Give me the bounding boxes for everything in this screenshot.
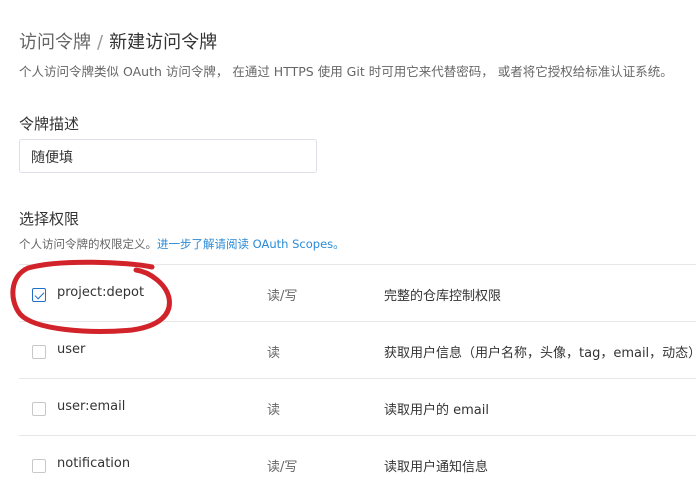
scope-name: user:email [57, 399, 126, 414]
scope-description: 读取用户通知信息 [384, 460, 489, 475]
breadcrumb-parent[interactable]: 访问令牌 [19, 32, 91, 53]
scope-permission: 读/写 [267, 460, 298, 475]
oauth-scopes-link[interactable]: 进一步了解请阅读 OAuth Scopes。 [157, 237, 345, 251]
scope-description: 获取用户信息（用户名称，头像，tag，email，动态） [384, 346, 696, 361]
page-title: 访问令牌 / 新建访问令牌 [19, 28, 217, 54]
scope-name: user [57, 342, 86, 357]
scope-name: project:depot [57, 285, 145, 300]
scope-row-project-depot[interactable]: project:depot 读/写 完整的仓库控制权限 [19, 264, 696, 321]
breadcrumb-current: 新建访问令牌 [109, 32, 218, 53]
token-description-input[interactable]: 随便填 [19, 139, 317, 173]
scopes-hint: 个人访问令牌的权限定义。进一步了解请阅读 OAuth Scopes。 [19, 236, 345, 252]
breadcrumb-separator: / [97, 32, 104, 53]
notification-checkbox[interactable] [32, 459, 46, 473]
scopes-hint-text: 个人访问令牌的权限定义。 [19, 237, 157, 251]
scope-permission: 读 [267, 403, 281, 418]
user-email-checkbox[interactable] [32, 402, 46, 416]
token-description-label: 令牌描述 [19, 115, 80, 133]
user-checkbox[interactable] [32, 345, 46, 359]
scope-row-user[interactable]: user 读 获取用户信息（用户名称，头像，tag，email，动态） [19, 321, 696, 378]
scope-permission: 读/写 [267, 289, 298, 304]
page-description: 个人访问令牌类似 OAuth 访问令牌， 在通过 HTTPS 使用 Git 时可… [19, 64, 673, 79]
scope-description: 读取用户的 email [384, 403, 489, 418]
scope-permission: 读 [267, 346, 281, 361]
scope-description: 完整的仓库控制权限 [384, 289, 502, 304]
project-depot-checkbox[interactable] [32, 288, 46, 302]
scope-name: notification [57, 456, 131, 471]
scopes-table: project:depot 读/写 完整的仓库控制权限 user 读 获取用户信… [19, 264, 696, 492]
scopes-label: 选择权限 [19, 210, 80, 228]
scope-row-user-email[interactable]: user:email 读 读取用户的 email [19, 378, 696, 435]
scope-row-notification[interactable]: notification 读/写 读取用户通知信息 [19, 435, 696, 492]
